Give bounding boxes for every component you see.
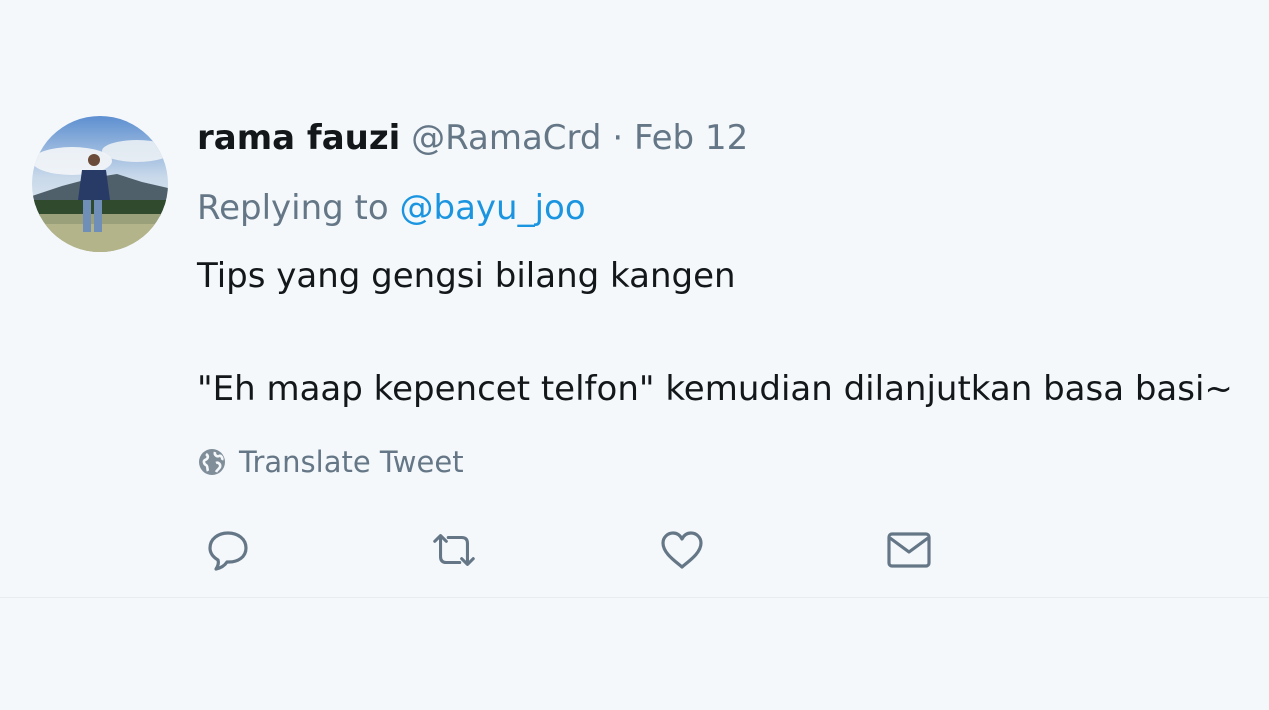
reply-button[interactable] [203,527,253,573]
avatar-photo [32,116,168,252]
author-name[interactable]: rama fauzi [197,118,400,158]
globe-icon [197,447,227,477]
like-button[interactable] [657,527,707,573]
header-separator: · [612,118,624,158]
reply-context: Replying to @bayu_joo [197,186,586,230]
tweet-header: rama fauzi @RamaCrd · Feb 12 [197,116,748,160]
tweet-divider [0,597,1269,598]
reply-icon [208,531,248,571]
translate-label: Translate Tweet [239,445,464,479]
tweet-text-line-2: "Eh maap kepencet telfon" kemudian dilan… [197,369,1233,409]
tweet[interactable]: rama fauzi @RamaCrd · Feb 12 Replying to… [0,0,1269,598]
tweet-text-line-1: Tips yang gengsi bilang kangen [197,256,736,296]
retweet-icon [433,534,475,566]
direct-message-button[interactable] [884,527,934,573]
translate-tweet-link[interactable]: Translate Tweet [197,444,464,480]
reply-prefix: Replying to [197,188,389,228]
tweet-date[interactable]: Feb 12 [634,118,748,158]
heart-icon [661,531,703,569]
reply-mention-link[interactable]: @bayu_joo [400,188,586,228]
retweet-button[interactable] [429,527,479,573]
envelope-icon [887,532,931,568]
author-handle[interactable]: @RamaCrd [411,118,601,158]
avatar[interactable] [32,116,168,252]
